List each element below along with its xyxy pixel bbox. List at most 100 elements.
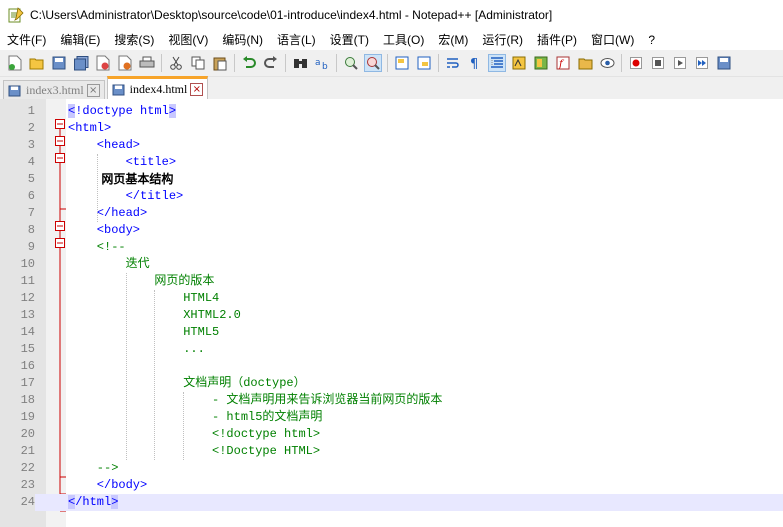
file-saved-icon [8,85,21,96]
menu-plugins[interactable]: 插件(P) [530,30,584,50]
close-tab-icon[interactable]: × [190,83,204,96]
code-line[interactable]: 9 <!-- [0,239,783,256]
show-all-chars-icon[interactable]: ¶ [467,55,483,71]
code-line[interactable]: 4 <title> [0,154,783,171]
svg-text:¶: ¶ [470,57,478,70]
paste-icon[interactable] [212,55,228,71]
line-number: 5 [0,171,35,188]
indent-guide [154,290,156,460]
copy-icon[interactable] [190,55,206,71]
tab-index4[interactable]: index4.html × [106,76,209,100]
menu-window[interactable]: 窗口(W) [584,30,641,50]
replace-icon[interactable]: ab [314,55,330,71]
menu-search[interactable]: 搜索(S) [107,30,161,50]
line-number: 3 [0,137,35,154]
line-number: 20 [0,426,35,443]
function-list-icon[interactable]: f [555,55,571,71]
menu-language[interactable]: 语言(L) [270,30,323,50]
code-line[interactable]: 23 </body> [0,477,783,494]
folder-workspace-icon[interactable] [577,55,593,71]
line-number: 13 [0,307,35,324]
open-file-icon[interactable] [29,55,45,71]
run-macro-multiple-icon[interactable] [694,55,710,71]
toolbar: ab ¶ f [0,50,783,77]
code-line[interactable]: 14 HTML5 [0,324,783,341]
code-line[interactable]: 24 </html> [0,494,783,511]
code-line[interactable]: 19 - html5的文档声明 [0,409,783,426]
code-line[interactable]: 18 - 文档声明用来告诉浏览器当前网页的版本 [0,392,783,409]
code-line[interactable]: 3 <head> [0,137,783,154]
undo-icon[interactable] [241,55,257,71]
code-line[interactable]: 12 HTML4 [0,290,783,307]
indent-guide-icon[interactable] [488,54,506,72]
redo-icon[interactable] [263,55,279,71]
menu-settings[interactable]: 设置(T) [323,30,376,50]
code-line[interactable]: 5 网页基本结构 [0,171,783,188]
find-icon[interactable] [292,55,308,71]
code-line[interactable]: 8 <body> [0,222,783,239]
stop-macro-icon[interactable] [650,55,666,71]
code-text: HTML5 [68,325,220,339]
menu-encoding[interactable]: 编码(N) [215,30,270,50]
tab-label: index3.html [26,83,84,97]
code-line[interactable]: 13 XHTML2.0 [0,307,783,324]
line-number: 14 [0,324,35,341]
menu-tools[interactable]: 工具(O) [376,30,431,50]
code-line[interactable]: 11 网页的版本 [0,273,783,290]
code-line[interactable]: 22 --> [0,460,783,477]
close-all-icon[interactable] [117,55,133,71]
zoom-in-icon[interactable] [343,55,359,71]
code-line[interactable]: 10 迭代 [0,256,783,273]
zoom-out-icon[interactable] [364,54,382,72]
cut-icon[interactable] [168,55,184,71]
toolbar-separator [336,54,337,72]
close-tab-icon[interactable]: × [86,84,100,97]
monitoring-icon[interactable] [599,55,615,71]
sync-horizontal-icon[interactable] [416,55,432,71]
code-line[interactable]: 15 ... [0,341,783,358]
code-line[interactable]: 16 [0,358,783,375]
line-number: 4 [0,154,35,171]
save-macro-icon[interactable] [716,55,732,71]
new-file-icon[interactable] [7,55,23,71]
code-text: 网页的版本 [68,274,215,288]
menu-help[interactable]: ? [641,30,662,50]
line-number: 16 [0,358,35,375]
tab-index3[interactable]: index3.html × [3,80,105,100]
menu-macro[interactable]: 宏(M) [431,30,475,50]
save-all-icon[interactable] [73,55,89,71]
menu-bar: 文件(F) 编辑(E) 搜索(S) 视图(V) 编码(N) 语言(L) 设置(T… [0,30,783,50]
user-language-icon[interactable] [511,55,527,71]
window-title: C:\Users\Administrator\Desktop\source\co… [30,8,553,22]
code-text: <!doctype html> [68,427,321,441]
code-text: 网页基本结构 [68,172,174,186]
code-text: - 文档声明用来告诉浏览器当前网页的版本 [68,393,443,407]
code-text: HTML4 [68,291,220,305]
editor-area[interactable]: 1 <!doctype html> 2 <html> 3 <head> 4 <title>… [0,99,783,527]
menu-run[interactable]: 运行(R) [475,30,530,50]
code-text: <!-- [68,240,126,254]
tab-bar: index3.html × index4.html × [0,76,783,101]
close-file-icon[interactable] [95,55,111,71]
code-line[interactable]: 2 <html> [0,120,783,137]
code-line[interactable]: 21 <!Doctype HTML> [0,443,783,460]
code-text: </html> [68,495,119,509]
code-line[interactable]: 1 <!doctype html> [0,103,783,120]
code-line[interactable]: 17 文档声明（doctype） [0,375,783,392]
save-icon[interactable] [51,55,67,71]
menu-view[interactable]: 视图(V) [161,30,215,50]
doc-map-icon[interactable] [533,55,549,71]
play-macro-icon[interactable] [672,55,688,71]
line-number: 22 [0,460,35,477]
menu-file[interactable]: 文件(F) [0,30,53,50]
word-wrap-icon[interactable] [445,55,461,71]
sync-vertical-icon[interactable] [394,55,410,71]
record-macro-icon[interactable] [628,55,644,71]
code-line[interactable]: 7 </head> [0,205,783,222]
print-icon[interactable] [139,55,155,71]
menu-edit[interactable]: 编辑(E) [53,30,107,50]
code-line[interactable]: 6 </title> [0,188,783,205]
code-line[interactable]: 20 <!doctype html> [0,426,783,443]
code-text: </body> [68,478,148,492]
toolbar-separator [234,54,235,72]
